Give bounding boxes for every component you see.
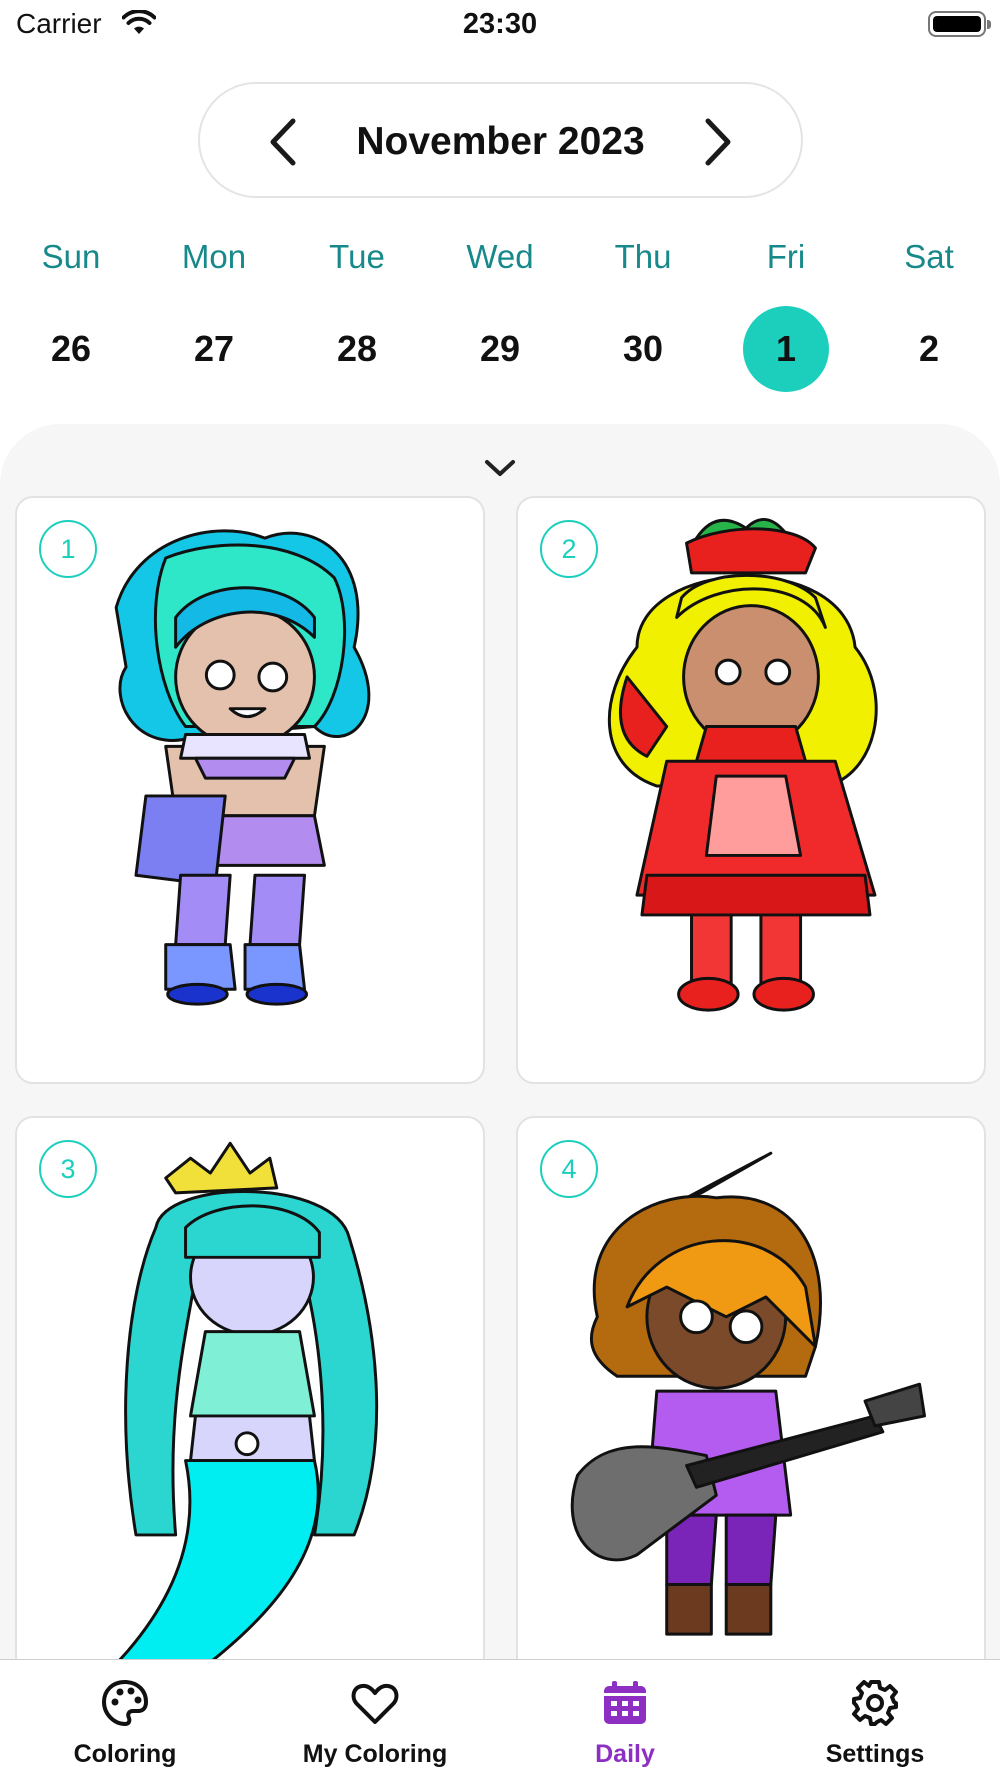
coloring-artwork	[607, 518, 878, 1012]
chevron-down-icon	[485, 460, 515, 476]
weekday-fri: Fri	[766, 238, 806, 275]
tab-daily[interactable]: Daily	[500, 1660, 750, 1778]
coloring-card[interactable]: 1	[15, 496, 485, 1084]
coloring-card[interactable]: 4	[516, 1116, 986, 1704]
tab-label: Coloring	[73, 1740, 177, 1768]
card-number-badge: 2	[540, 520, 598, 578]
day-cell[interactable]: 26	[28, 306, 114, 392]
weekday-thu: Thu	[614, 238, 672, 275]
gear-icon	[852, 1680, 898, 1726]
day-cell[interactable]: 27	[171, 306, 257, 392]
weekday-wed: Wed	[466, 238, 534, 275]
card-number-badge: 1	[39, 520, 97, 578]
status-time: 23:30	[462, 8, 538, 40]
weekday-mon: Mon	[181, 238, 247, 275]
day-cell-selected[interactable]: 1	[743, 306, 829, 392]
day-cell[interactable]: 30	[600, 306, 686, 392]
weekday-tue: Tue	[329, 238, 385, 275]
coloring-card[interactable]: 3	[15, 1116, 485, 1704]
tab-my-coloring[interactable]: My Coloring	[250, 1660, 500, 1778]
week-days-row: 26 27 28 29 30 1 2	[0, 306, 1000, 392]
month-selector: November 2023	[198, 82, 803, 198]
chevron-right-icon	[705, 118, 731, 166]
tab-label: Daily	[595, 1740, 655, 1768]
status-bar: Carrier 23:30	[0, 0, 1000, 50]
tab-settings[interactable]: Settings	[750, 1660, 1000, 1778]
palette-icon	[101, 1679, 149, 1727]
heart-icon	[351, 1683, 399, 1724]
card-number-badge: 3	[39, 1140, 97, 1198]
next-month-button[interactable]	[689, 112, 749, 172]
tab-label: Settings	[825, 1740, 925, 1768]
weekday-sun: Sun	[41, 238, 101, 275]
weekday-header: Sun Mon Tue Wed Thu Fri Sat	[0, 238, 1000, 288]
coloring-artwork	[75, 1141, 379, 1702]
coloring-artwork	[114, 529, 371, 1006]
day-cell[interactable]: 28	[314, 306, 400, 392]
coloring-artwork	[570, 1151, 926, 1636]
card-number-badge: 4	[540, 1140, 598, 1198]
tab-label: My Coloring	[302, 1740, 448, 1768]
tab-bar: Coloring My Coloring Daily Settings	[0, 1659, 1000, 1778]
collapse-calendar-button[interactable]	[480, 448, 520, 488]
daily-sheet: 1 2 3 4	[0, 424, 1000, 1778]
battery-icon	[928, 11, 991, 37]
weekday-sat: Sat	[904, 238, 954, 275]
coloring-card[interactable]: 2	[516, 496, 986, 1084]
day-cell[interactable]: 2	[886, 306, 972, 392]
day-cell[interactable]: 29	[457, 306, 543, 392]
tab-coloring[interactable]: Coloring	[0, 1660, 250, 1778]
calendar-icon	[604, 1681, 646, 1724]
